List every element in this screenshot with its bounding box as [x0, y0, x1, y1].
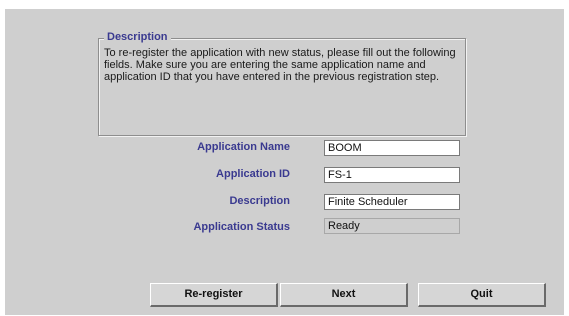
application-status-value: Ready [324, 218, 460, 234]
description-label: Description [229, 195, 290, 207]
application-status-label: Application Status [193, 221, 290, 233]
window: Description To re-register the applicati… [0, 0, 569, 316]
description-legend: Description [104, 31, 171, 44]
reregister-button[interactable]: Re-register [150, 283, 278, 307]
next-button[interactable]: Next [280, 283, 408, 307]
application-name-label: Application Name [197, 141, 290, 153]
quit-button[interactable]: Quit [418, 283, 546, 307]
application-id-input[interactable] [324, 167, 460, 183]
description-instructions: To re-register the application with new … [104, 47, 456, 83]
application-name-input[interactable] [324, 140, 460, 156]
application-id-label: Application ID [216, 168, 290, 180]
description-input[interactable] [324, 194, 460, 210]
